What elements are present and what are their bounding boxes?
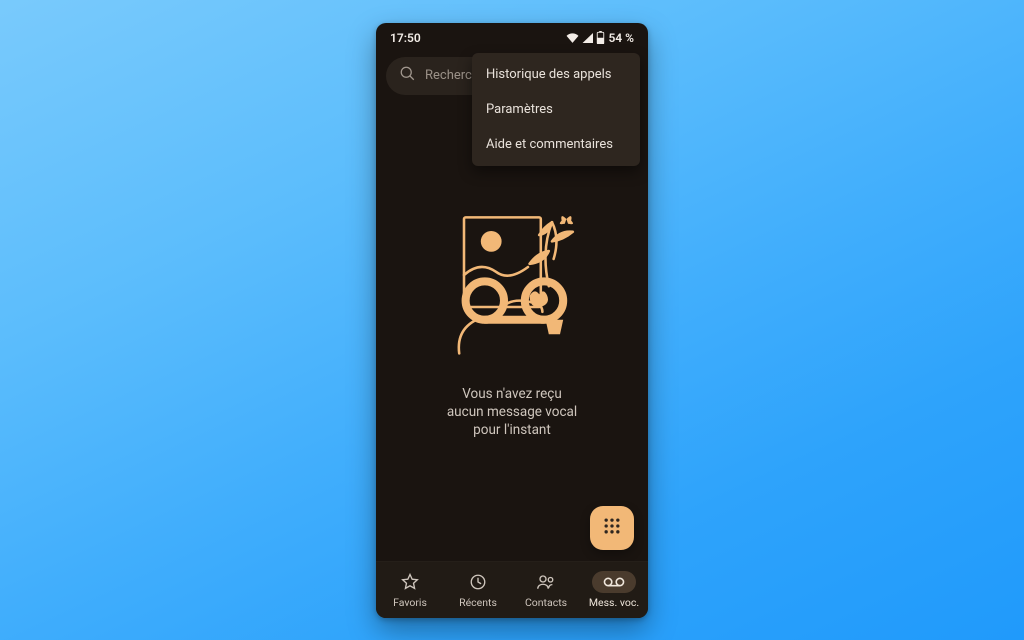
phone-frame: 17:50 54 % Rechercher d [376, 23, 648, 618]
recents-icon [469, 573, 487, 591]
menu-item-help-feedback[interactable]: Aide et commentaires [472, 127, 640, 162]
nav-label: Récents [459, 596, 497, 609]
status-right: 54 % [566, 31, 634, 45]
cell-signal-icon [582, 33, 593, 43]
nav-label: Favoris [393, 596, 427, 609]
nav-contacts[interactable]: Contacts [512, 562, 580, 618]
clock: 17:50 [390, 31, 421, 45]
contacts-icon [536, 573, 556, 591]
dialpad-icon [602, 516, 622, 540]
nav-label: Mess. voc. [589, 596, 639, 609]
menu-item-call-history[interactable]: Historique des appels [472, 57, 640, 92]
empty-line-2: aucun message vocal [447, 403, 577, 421]
dialpad-fab[interactable] [590, 506, 634, 550]
search-icon [400, 66, 415, 85]
voicemail-illustration [432, 203, 592, 363]
status-bar: 17:50 54 % [376, 23, 648, 51]
wifi-icon [566, 33, 579, 43]
battery-percent: 54 % [608, 31, 634, 45]
menu-item-settings[interactable]: Paramètres [472, 92, 640, 127]
nav-voicemail[interactable]: Mess. voc. [580, 562, 648, 618]
star-icon [401, 573, 419, 591]
empty-state-text: Vous n'avez reçu aucun message vocal pou… [447, 385, 577, 440]
page-background: 17:50 54 % Rechercher d [0, 0, 1024, 640]
battery-icon [596, 31, 605, 44]
empty-line-1: Vous n'avez reçu [447, 385, 577, 403]
overflow-menu: Historique des appels Paramètres Aide et… [472, 53, 640, 166]
nav-recents[interactable]: Récents [444, 562, 512, 618]
voicemail-icon [603, 575, 625, 589]
bottom-nav: Favoris Récents Contacts Mess. voc. [376, 561, 648, 618]
empty-state: Vous n'avez reçu aucun message vocal pou… [376, 203, 648, 440]
nav-favorites[interactable]: Favoris [376, 562, 444, 618]
empty-line-3: pour l'instant [447, 421, 577, 439]
nav-label: Contacts [525, 596, 567, 609]
